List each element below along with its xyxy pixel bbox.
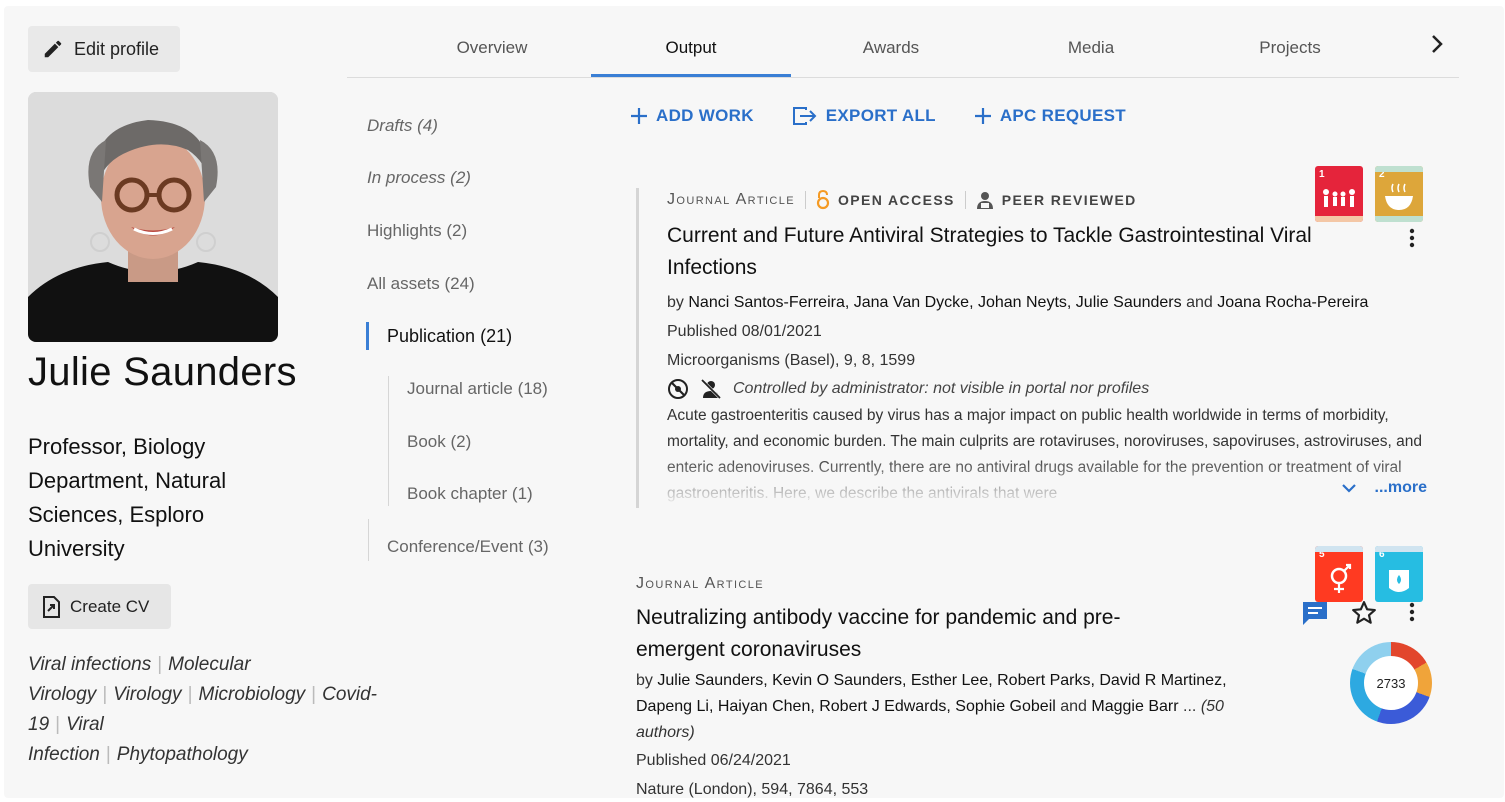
filter-journal-article[interactable]: Journal article (18) [407, 379, 548, 399]
active-tab-indicator [591, 74, 791, 77]
result-title[interactable]: Neutralizing antibody vaccine for pandem… [636, 602, 1196, 666]
result-source: Nature (London), 594, 7864, 553 [636, 781, 869, 798]
plus-icon [631, 108, 647, 124]
sdg-goal-tile[interactable]: 5 [1315, 546, 1363, 602]
result-published-date: Published 06/24/2021 [636, 752, 791, 769]
active-filter-indicator [366, 322, 369, 350]
tab-output[interactable]: Output [591, 38, 791, 58]
filter-highlights[interactable]: Highlights (2) [367, 221, 467, 241]
peer-reviewed-label: PEER REVIEWED [1001, 192, 1137, 208]
comment-icon[interactable] [1301, 600, 1329, 631]
result-type: Journal Article [667, 191, 795, 208]
result-published-date: Published 08/01/2021 [667, 323, 822, 340]
keyword[interactable]: Viral infections [28, 654, 151, 675]
result-abstract: Acute gastroenteritis caused by virus ha… [667, 403, 1437, 507]
filter-book-chapter[interactable]: Book chapter (1) [407, 484, 533, 504]
filter-in-process[interactable]: In process (2) [367, 168, 471, 188]
keyword[interactable]: Virology [113, 684, 181, 705]
result-title[interactable]: Current and Future Antiviral Strategies … [667, 220, 1327, 284]
create-cv-label: Create CV [70, 596, 150, 616]
keyword[interactable]: Microbiology [199, 684, 306, 705]
gender-equality-icon [1315, 546, 1363, 593]
subnav-tree-line [368, 519, 369, 561]
peer-reviewed-icon [976, 192, 993, 209]
tab-overview[interactable]: Overview [392, 38, 592, 58]
output-actions: ADD WORK EXPORT ALL APC REQUEST [630, 106, 1126, 126]
filter-conference[interactable]: Conference/Event (3) [387, 537, 549, 557]
filter-book[interactable]: Book (2) [407, 432, 471, 452]
edit-profile-button[interactable]: Edit profile [28, 26, 180, 72]
show-more-link[interactable]: ...more [1334, 475, 1427, 501]
result-meta: Journal Article [636, 572, 1276, 596]
author-name[interactable]: Joana Rocha-Pereira [1217, 294, 1368, 311]
altmetric-badge[interactable]: 2733 [1350, 642, 1432, 724]
star-icon[interactable] [1351, 600, 1377, 631]
more-options-icon[interactable] [1408, 228, 1416, 253]
output-result-card: Journal Article Neutralizing antibody va… [636, 572, 1276, 798]
result-authors: by Julie Saunders, Kevin O Saunders, Est… [636, 672, 1227, 741]
chevron-right-icon[interactable] [1430, 34, 1444, 60]
profile-tabs: Overview Output Awards Media Projects [347, 22, 1459, 78]
author-name[interactable]: Maggie Barr [1091, 698, 1178, 715]
result-authors: by Nanci Santos-Ferreira, Jana Van Dycke… [667, 294, 1369, 311]
filter-drafts[interactable]: Drafts (4) [367, 116, 438, 136]
author-list[interactable]: Nanci Santos-Ferreira, Jana Van Dycke, J… [688, 294, 1181, 311]
edit-profile-label: Edit profile [74, 38, 160, 59]
keyword-list: Viral infections | Molecular Virology | Viro… [28, 654, 377, 765]
tab-media[interactable]: Media [991, 38, 1191, 58]
apc-request-button[interactable]: APC REQUEST [974, 106, 1126, 126]
export-icon [792, 107, 817, 125]
clean-water-icon [1375, 546, 1423, 592]
profile-name: Julie Saunders [28, 350, 297, 394]
open-access-icon [816, 190, 830, 210]
result-meta: Journal Article OPEN ACCESS PEER REVIEWE… [667, 188, 1436, 212]
filter-publication[interactable]: Publication (21) [387, 326, 512, 347]
visibility-off-icon [668, 379, 688, 399]
pencil-icon [44, 40, 62, 58]
keyword[interactable]: Phytopathology [117, 744, 248, 765]
tab-projects[interactable]: Projects [1190, 38, 1390, 58]
result-source: Microorganisms (Basel), 9, 8, 1599 [667, 352, 916, 369]
tab-awards[interactable]: Awards [791, 38, 991, 58]
create-cv-button[interactable]: Create CV [28, 584, 171, 629]
person-off-icon [700, 378, 722, 400]
sdg-goal-tile[interactable]: 6 [1375, 546, 1423, 602]
admin-visibility-note: Controlled by administrator: not visible… [667, 375, 1436, 403]
document-icon [43, 595, 60, 618]
output-result-card: Journal Article OPEN ACCESS PEER REVIEWE… [636, 188, 1437, 508]
add-work-button[interactable]: ADD WORK [630, 106, 754, 126]
export-all-button[interactable]: EXPORT ALL [792, 106, 936, 126]
chevron-down-icon [1341, 484, 1356, 493]
open-access-label: OPEN ACCESS [838, 192, 955, 208]
more-options-icon[interactable] [1408, 602, 1416, 627]
plus-icon [974, 108, 991, 124]
profile-page: Edit profile Julie Saunders Professor, B… [4, 6, 1504, 798]
filter-all-assets[interactable]: All assets (24) [367, 274, 475, 294]
profile-photo [28, 92, 278, 342]
subnav-tree-line [388, 376, 389, 506]
result-type: Journal Article [636, 575, 764, 592]
profile-position: Professor, Biology Department, Natural S… [28, 434, 227, 561]
altmetric-score: 2733 [1364, 656, 1418, 710]
